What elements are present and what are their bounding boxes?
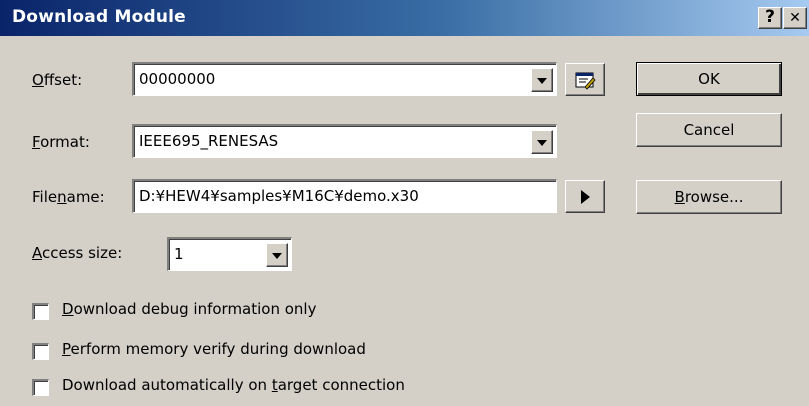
access-size-select[interactable]: 1 — [167, 237, 292, 271]
offset-value: 00000000 — [139, 70, 216, 88]
download-debug-info-only-label[interactable]: Download debug information only — [62, 300, 316, 318]
access-size-label: Access size: — [32, 244, 123, 262]
play-right-icon — [580, 190, 590, 204]
offset-label: Offset: — [32, 71, 83, 89]
chevron-down-icon — [537, 140, 547, 146]
offset-combobox[interactable]: 00000000 — [132, 62, 557, 96]
dialog-title: Download Module — [12, 7, 186, 27]
ok-button-label: OK — [698, 70, 720, 88]
help-button[interactable]: ? — [758, 7, 782, 29]
browse-button[interactable]: Browse... — [636, 180, 782, 214]
filename-history-button[interactable] — [565, 180, 605, 213]
perform-memory-verify-label[interactable]: Perform memory verify during download — [62, 340, 366, 358]
format-label: Format: — [32, 133, 90, 151]
format-select[interactable]: IEEE695_RENESAS — [132, 124, 557, 158]
download-auto-on-connect-label[interactable]: Download automatically on target connect… — [62, 376, 405, 394]
close-icon: ✕ — [789, 10, 801, 26]
close-button[interactable]: ✕ — [783, 7, 807, 29]
ok-button[interactable]: OK — [636, 62, 782, 96]
download-debug-info-only-checkbox[interactable] — [32, 303, 49, 320]
download-auto-on-connect-checkbox[interactable] — [32, 379, 49, 396]
cancel-button[interactable]: Cancel — [636, 113, 782, 147]
help-icon: ? — [765, 7, 775, 27]
access-size-dropdown-button[interactable] — [266, 243, 288, 267]
format-dropdown-button[interactable] — [531, 130, 553, 154]
filename-label: Filename: — [32, 188, 105, 206]
perform-memory-verify-checkbox[interactable] — [32, 343, 49, 360]
cancel-button-label: Cancel — [683, 121, 735, 139]
filename-value: D:¥HEW4¥samples¥M16C¥demo.x30 — [139, 187, 419, 205]
format-value: IEEE695_RENESAS — [139, 132, 279, 150]
chevron-down-icon — [537, 78, 547, 84]
offset-edit-button[interactable] — [565, 63, 605, 96]
offset-dropdown-button[interactable] — [531, 68, 553, 92]
edit-icon — [575, 72, 596, 90]
browse-button-label: Browse... — [674, 188, 744, 206]
filename-input[interactable]: D:¥HEW4¥samples¥M16C¥demo.x30 — [132, 179, 557, 213]
download-module-dialog: Download Module ? ✕ Offset: 00000000 For… — [0, 0, 809, 406]
title-bar: Download Module ? ✕ — [0, 0, 809, 36]
chevron-down-icon — [272, 253, 282, 259]
access-size-value: 1 — [174, 245, 184, 263]
